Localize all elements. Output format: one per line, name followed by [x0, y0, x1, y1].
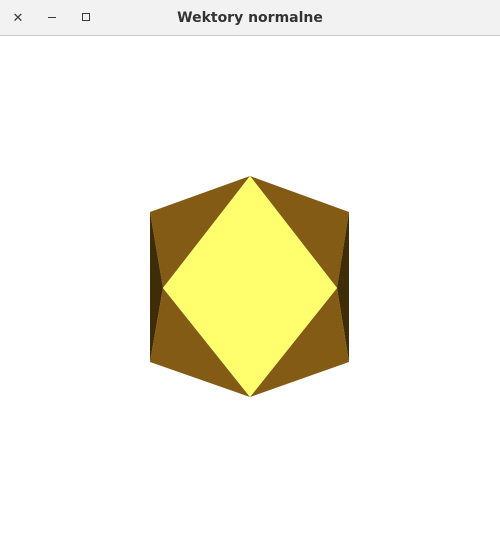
title-bar[interactable]: ✕ Wektory normalne	[0, 0, 500, 36]
app-window: ✕ Wektory normalne	[0, 0, 500, 537]
window-title: Wektory normalne	[177, 10, 323, 26]
render-canvas[interactable]	[0, 36, 500, 537]
icosahedron-render	[150, 176, 349, 397]
